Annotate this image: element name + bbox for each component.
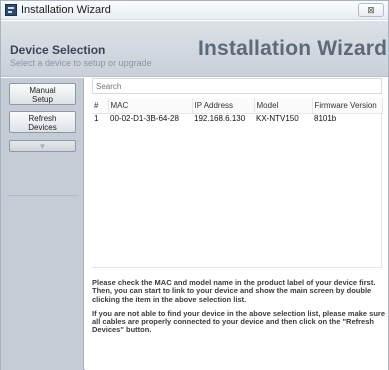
cell-model: KX-NTV150 [256, 114, 299, 124]
window-title: Installation Wizard [21, 4, 111, 16]
column-header-model[interactable]: Model [254, 98, 313, 114]
refresh-label-line1: Refresh [28, 114, 57, 123]
instructions-paragraph-1: Please check the MAC and model name in t… [92, 278, 376, 304]
search-input[interactable] [92, 78, 382, 94]
page-subtitle: Select a device to setup or upgrade [10, 58, 152, 68]
column-header-index[interactable]: # [92, 98, 109, 114]
device-table: # MAC IP Address Model Firmware Version … [92, 98, 383, 124]
column-header-firmware[interactable]: Firmware Version [312, 98, 383, 114]
device-table-container: # MAC IP Address Model Firmware Version … [92, 98, 383, 268]
app-icon [5, 4, 17, 16]
cell-ip: 192.168.6.130 [194, 114, 246, 124]
table-row[interactable]: 1 00-02-D1-3B-64-28 192.168.6.130 KX-NTV… [92, 113, 382, 124]
instructions-paragraph-2: If you are not able to find your device … [92, 308, 386, 335]
column-header-ip[interactable]: IP Address [192, 98, 255, 114]
cell-mac: 00-02-D1-3B-64-28 [110, 114, 179, 124]
title-bar: Installation Wizard ⊠ [1, 1, 388, 20]
table-header-row: # MAC IP Address Model Firmware Version [92, 98, 383, 114]
column-header-mac[interactable]: MAC [108, 98, 193, 114]
main-panel: # MAC IP Address Model Firmware Version … [85, 78, 388, 370]
manual-setup-label-line2: Setup [32, 95, 53, 104]
refresh-label-line2: Devices [28, 123, 57, 132]
disabled-action-button[interactable]: ▼ [9, 140, 76, 152]
page-title: Device Selection [10, 43, 106, 57]
brand-title: Installation Wizard [198, 37, 388, 60]
instructions-text: Please check the MAC and model name in t… [92, 278, 386, 341]
installation-wizard-window: Installation Wizard ⊠ Device Selection S… [0, 0, 389, 370]
manual-setup-button[interactable]: Manual Setup [9, 83, 76, 105]
close-button[interactable]: ⊠ [358, 3, 384, 17]
refresh-devices-button[interactable]: Refresh Devices [9, 111, 76, 133]
chevron-down-icon: ▼ [38, 142, 47, 151]
sidebar: Manual Setup Refresh Devices ▼ [1, 78, 84, 370]
manual-setup-label-line1: Manual [29, 86, 56, 95]
page-header: Device Selection Select a device to setu… [1, 21, 388, 77]
cell-firmware: 8101b [314, 114, 337, 124]
sidebar-divider [7, 195, 78, 196]
cell-index: 1 [94, 114, 99, 124]
